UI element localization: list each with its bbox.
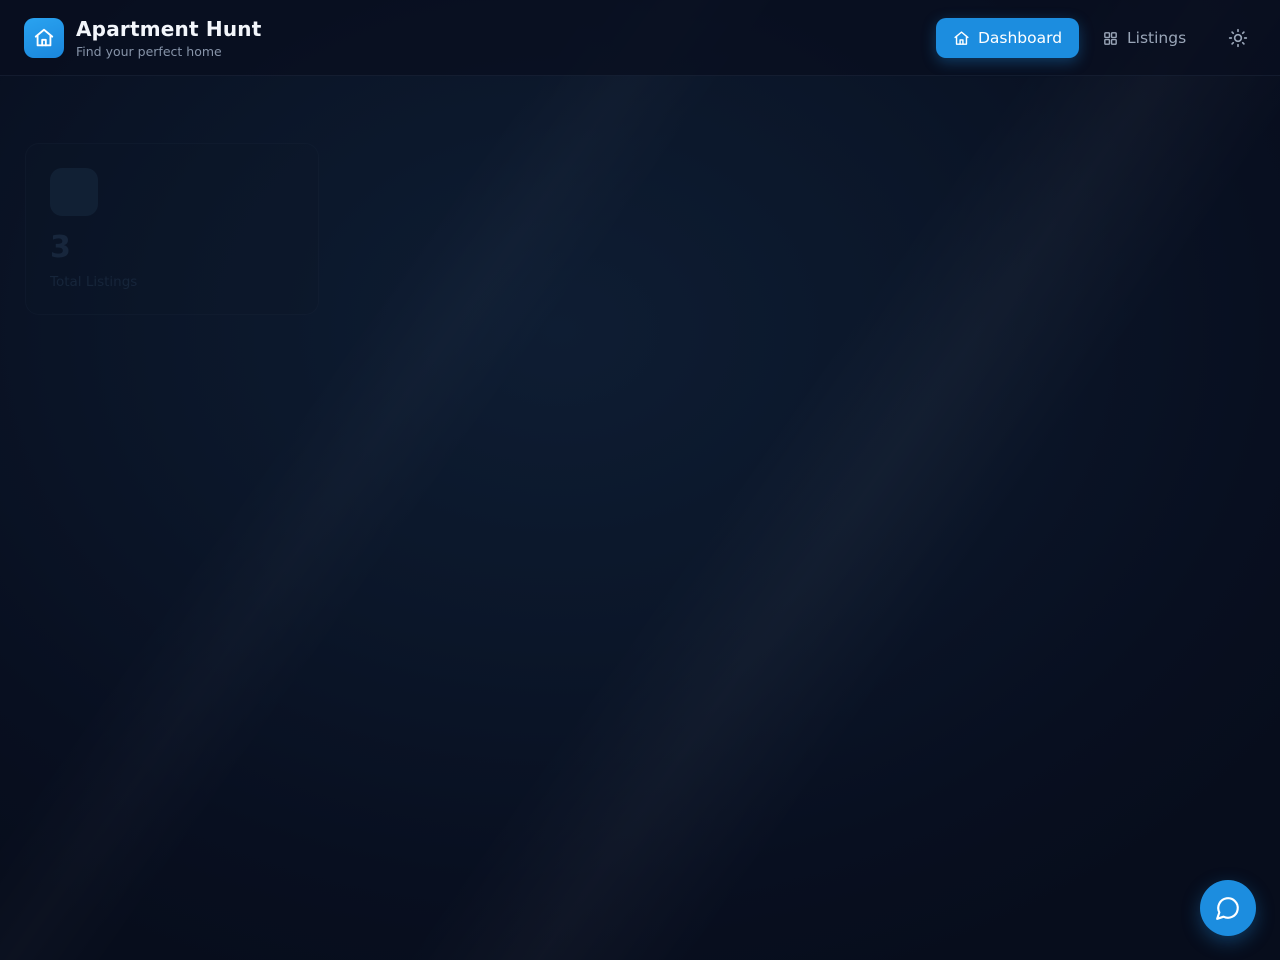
nav-dashboard-button[interactable]: Dashboard: [936, 18, 1079, 58]
stat-card-total-listings: 3 Total Listings: [25, 143, 319, 315]
nav-listings-button[interactable]: Listings: [1094, 18, 1200, 58]
nav-dashboard-label: Dashboard: [977, 29, 1063, 47]
stat-value: 3: [50, 230, 71, 265]
nav-listings-label: Listings: [1127, 29, 1187, 47]
chat-bubble-icon: [1215, 895, 1241, 921]
chat-button[interactable]: [1200, 880, 1256, 936]
app-header: Apartment Hunt Find your perfect home Da…: [0, 0, 1280, 76]
grid-icon: [1102, 30, 1119, 47]
home-icon: [33, 27, 55, 49]
stat-label: Total Listings: [50, 274, 138, 290]
app-title: Apartment Hunt: [76, 17, 262, 41]
brand-logo[interactable]: [24, 18, 64, 58]
stat-icon-placeholder: [50, 168, 98, 216]
home-icon: [953, 30, 970, 47]
app-subtitle: Find your perfect home: [76, 44, 222, 59]
sun-icon: [1228, 28, 1248, 48]
theme-toggle-button[interactable]: [1220, 20, 1256, 56]
